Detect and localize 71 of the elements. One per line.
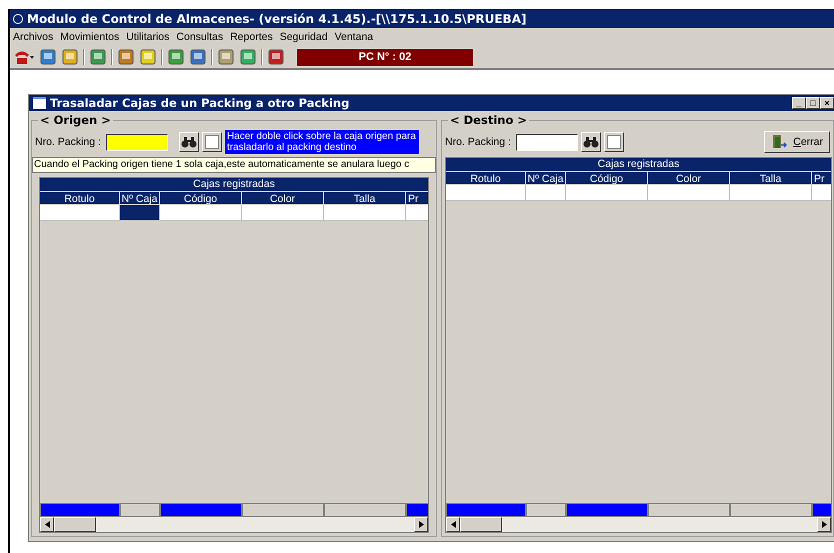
- menu-item[interactable]: Consultas: [176, 31, 224, 43]
- column-header[interactable]: Código: [160, 191, 242, 205]
- toolbar-icon[interactable]: [267, 48, 285, 66]
- minimize-button[interactable]: _: [792, 97, 806, 109]
- menu-item[interactable]: Seguridad: [280, 31, 328, 43]
- toolbar-icon[interactable]: [39, 48, 57, 66]
- group-legend: < Origen >: [38, 113, 113, 127]
- door-icon: [771, 134, 788, 150]
- table-cell[interactable]: [730, 185, 812, 201]
- table-cell[interactable]: [40, 205, 120, 221]
- toolbar-icon[interactable]: [117, 48, 135, 66]
- column-header[interactable]: Rotulo: [446, 171, 526, 185]
- column-header[interactable]: Nº Caja: [526, 171, 566, 185]
- table-cell[interactable]: [526, 185, 566, 201]
- toolbar-icon[interactable]: [89, 48, 107, 66]
- menu-item[interactable]: Reportes: [230, 31, 273, 43]
- field-label: Nro. Packing :: [35, 136, 101, 148]
- table-cell[interactable]: [324, 205, 406, 221]
- grid-caption: Cajas registradas: [446, 158, 831, 171]
- column-header[interactable]: Código: [566, 171, 648, 185]
- maximize-button[interactable]: □: [806, 97, 820, 109]
- toolbar-icon[interactable]: [61, 48, 79, 66]
- close-button[interactable]: ×: [820, 97, 834, 109]
- pc-number-label: PC N° : 02: [297, 48, 473, 66]
- column-header[interactable]: Pr: [406, 191, 428, 205]
- group-legend: < Destino >: [448, 113, 529, 127]
- grid-caption: Cajas registradas: [40, 178, 428, 191]
- table-cell[interactable]: [648, 185, 730, 201]
- window-title-text: Modulo de Control de Almacenes- (versión 4.1.45).-[\\175.1.10.5\PRUEBA]: [27, 12, 526, 26]
- column-header[interactable]: Pr: [812, 171, 831, 185]
- dialog-title: Trasaladar Cajas de un Packing a otro Packing: [50, 96, 350, 110]
- blank-button[interactable]: [604, 132, 624, 152]
- table-cell[interactable]: [120, 205, 160, 221]
- column-header[interactable]: Talla: [324, 191, 406, 205]
- toolbar-icon[interactable]: [167, 48, 185, 66]
- search-button[interactable]: [580, 132, 601, 152]
- scroll-right-icon[interactable]: [822, 521, 826, 528]
- scroll-left-icon[interactable]: [450, 521, 456, 528]
- menu-item[interactable]: Utilitarios: [126, 31, 170, 43]
- app-icon: [13, 14, 23, 24]
- field-label: Nro. Packing :: [445, 136, 511, 148]
- close-dialog-button[interactable]: Cerrar: [764, 131, 830, 153]
- hint-text: Hacer doble click sobre la caja origen para trasladarlo al packing destino: [224, 130, 419, 154]
- menu-item[interactable]: Movimientos: [60, 31, 120, 43]
- menu-item[interactable]: Archivos: [13, 31, 54, 43]
- table-cell[interactable]: [446, 185, 526, 201]
- table-cell[interactable]: [160, 205, 242, 221]
- toolbar-icon[interactable]: [239, 48, 257, 66]
- search-button[interactable]: [178, 132, 199, 152]
- blank-button[interactable]: [202, 132, 222, 152]
- toolbar-icon[interactable]: [217, 48, 235, 66]
- notice-text: Cuando el Packing origen tiene 1 sola caja,este automaticamente se anulara luego c: [32, 157, 436, 173]
- toolbar-icon[interactable]: [189, 48, 207, 66]
- scroll-thumb[interactable]: [460, 517, 502, 532]
- scroll-thumb[interactable]: [54, 517, 96, 532]
- scroll-right-icon[interactable]: [418, 521, 424, 528]
- window-icon: [33, 97, 46, 109]
- column-header[interactable]: Color: [648, 171, 730, 185]
- column-header[interactable]: Nº Caja: [120, 191, 160, 205]
- packing-number-field[interactable]: [106, 134, 168, 150]
- table-cell[interactable]: [242, 205, 324, 221]
- horizontal-scrollbar[interactable]: [40, 517, 428, 532]
- table-cell[interactable]: [566, 185, 648, 201]
- column-header[interactable]: Talla: [730, 171, 812, 185]
- column-header[interactable]: Color: [242, 191, 324, 205]
- toolbar-icon[interactable]: [139, 48, 157, 66]
- horizontal-scrollbar[interactable]: [446, 517, 831, 532]
- menu-item[interactable]: Ventana: [334, 31, 374, 43]
- packing-number-field[interactable]: [516, 134, 578, 150]
- scroll-left-icon[interactable]: [44, 521, 50, 528]
- column-header[interactable]: Rotulo: [40, 191, 120, 205]
